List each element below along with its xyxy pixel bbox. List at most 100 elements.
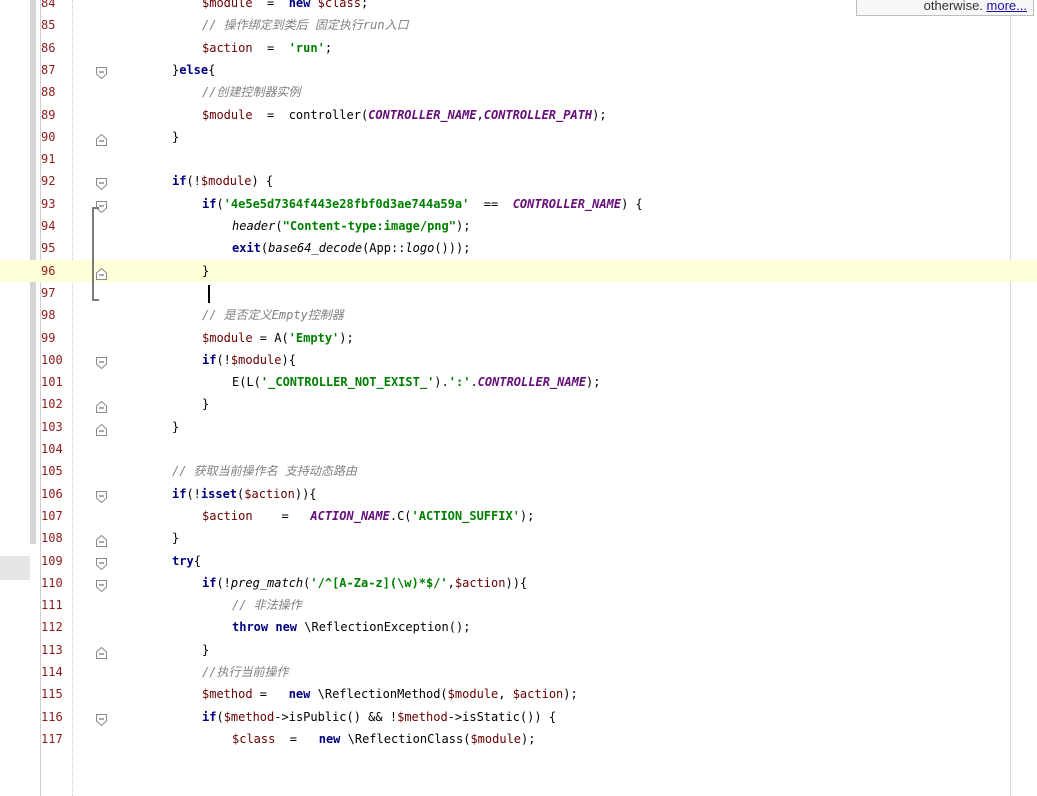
code-text: header("Content-type:image/png"); [232, 215, 470, 237]
code-line[interactable]: 115 $method = new \ReflectionMethod($modu… [0, 683, 1037, 705]
code-line[interactable]: 110 if(!preg_match('/^[A-Za-z](\w)*$/',$a… [0, 572, 1037, 594]
code-token: preg_match [230, 575, 304, 590]
code-line[interactable]: 108} [0, 527, 1037, 549]
code-token: \ReflectionMethod( [310, 687, 448, 702]
code-text: // 是否定义Empty控制器 [202, 304, 344, 326]
code-line[interactable]: 87}else{ [0, 59, 1037, 81]
code-token: ; [324, 40, 333, 55]
code-token: ACTION_NAME [310, 508, 390, 523]
code-token: new [288, 687, 311, 702]
code-token: $class [310, 0, 361, 10]
line-number: 103 [41, 419, 63, 434]
code-line[interactable]: 94 header("Content-type:image/png"); [0, 215, 1037, 237]
code-line[interactable]: 93 if('4e5e5d7364f443e28fbf0d3ae744a59a' … [0, 193, 1037, 215]
code-text: exit(base64_decode(App::logo())); [232, 237, 470, 259]
code-token: //创建控制器实例 [202, 85, 301, 100]
current-code-line[interactable]: 96} [0, 259, 1037, 282]
code-line[interactable]: 116 if($method->isPublic() && !$method->i… [0, 706, 1037, 728]
fold-collapse-icon[interactable] [96, 64, 107, 80]
code-token: $method [397, 709, 448, 724]
code-line[interactable]: 117 $class = new \ReflectionClass($module… [0, 728, 1037, 750]
code-text: throw new \ReflectionException(); [232, 616, 470, 638]
code-line[interactable]: 106 if(!isset($action)){ [0, 483, 1037, 505]
line-number: 90 [41, 129, 56, 144]
code-token: if [202, 352, 217, 367]
code-line[interactable]: 111 // 非法操作 [0, 594, 1037, 616]
code-line[interactable]: 92 if(!$module) { [0, 170, 1037, 192]
code-text: if(!$module) { [172, 170, 273, 192]
code-line[interactable]: 100 if(!$module){ [0, 349, 1037, 371]
code-line[interactable]: 99 $module = A('Empty'); [0, 327, 1037, 349]
code-line[interactable]: 103} [0, 416, 1037, 438]
code-token: { [309, 486, 317, 501]
code-line[interactable]: 95 exit(base64_decode(App::logo())); [0, 237, 1037, 259]
code-line[interactable]: 97 [0, 282, 1037, 304]
more-link[interactable]: more... [987, 0, 1027, 13]
code-token: $module [470, 731, 522, 746]
code-line[interactable]: 107 $action = ACTION_NAME.C('ACTION_SUFFI… [0, 505, 1037, 527]
line-number: 95 [41, 241, 56, 256]
fold-collapse-icon[interactable] [96, 555, 107, 570]
code-token: ) { [621, 196, 643, 211]
code-line[interactable]: 113} [0, 639, 1037, 661]
line-number: 101 [41, 375, 63, 390]
code-token: ; [360, 0, 369, 10]
code-line[interactable]: 90} [0, 126, 1037, 148]
line-number: 86 [41, 40, 56, 55]
code-line[interactable]: 112 throw new \ReflectionException(); [0, 616, 1037, 638]
fold-collapse-icon[interactable] [96, 711, 107, 726]
code-token: ':' [448, 375, 471, 390]
code-line[interactable]: 105 // 获取当前操作名 支持动态路由 [0, 460, 1037, 482]
line-number: 113 [41, 642, 63, 657]
code-text: $module = new $class; [202, 0, 368, 14]
code-line[interactable]: 104 [0, 438, 1037, 460]
line-number: 91 [41, 152, 56, 167]
code-token: )) [505, 575, 520, 590]
line-number: 97 [41, 285, 56, 300]
fold-collapse-icon[interactable] [96, 175, 107, 191]
code-token: throw new [232, 620, 298, 635]
line-number: 117 [41, 731, 63, 746]
fold-end-icon[interactable] [96, 398, 107, 414]
code-text: // 获取当前操作名 支持动态路由 [172, 460, 357, 482]
code-token: if [172, 174, 187, 189]
code-line[interactable]: 91 [0, 148, 1037, 170]
code-token: //执行当前操作 [202, 665, 289, 679]
code-token: $method [223, 709, 275, 724]
code-token: } [172, 129, 180, 144]
code-line[interactable]: 109 try{ [0, 550, 1037, 572]
code-token: else [179, 62, 209, 77]
code-token: = [275, 731, 319, 746]
code-line[interactable]: 114 //执行当前操作 [0, 661, 1037, 683]
code-line[interactable]: 101 E(L('_CONTROLLER_NOT_EXIST_').':'.CON… [0, 371, 1037, 393]
code-line[interactable]: 86 $action = 'run'; [0, 37, 1037, 59]
code-token: if [172, 486, 187, 501]
code-token: \ReflectionException(); [297, 620, 471, 635]
code-token: (! [216, 352, 231, 367]
code-line[interactable]: 98 // 是否定义Empty控制器 [0, 304, 1037, 326]
code-line[interactable]: 88 //创建控制器实例 [0, 81, 1037, 103]
code-token: { [519, 575, 528, 590]
fold-collapse-icon[interactable] [96, 577, 107, 592]
line-number: 106 [41, 486, 63, 501]
code-token: // 获取当前操作名 支持动态路由 [172, 464, 357, 479]
fold-end-icon[interactable] [96, 532, 107, 548]
fold-collapse-icon[interactable] [96, 354, 107, 369]
code-token: } [172, 531, 180, 546]
fold-end-icon[interactable] [96, 421, 107, 436]
code-text: $action = ACTION_NAME.C('ACTION_SUFFIX')… [202, 505, 534, 527]
code-token: , [476, 107, 484, 122]
code-token: 'run' [288, 40, 325, 55]
code-text: if(!isset($action)){ [172, 483, 317, 505]
code-token: $action [244, 486, 295, 501]
code-line[interactable]: 85 // 操作绑定到类后 固定执行run入口 [0, 14, 1037, 36]
fold-end-icon[interactable] [96, 644, 107, 659]
code-token: ->isPublic() && ! [274, 709, 398, 724]
code-token: .C( [389, 508, 412, 523]
code-text: $action = 'run'; [202, 37, 332, 59]
fold-collapse-icon[interactable] [96, 488, 107, 503]
code-token: isset [200, 486, 238, 501]
code-line[interactable]: 89 $module = controller(CONTROLLER_NAME,C… [0, 104, 1037, 126]
code-line[interactable]: 102} [0, 393, 1037, 415]
fold-end-icon[interactable] [96, 131, 107, 146]
